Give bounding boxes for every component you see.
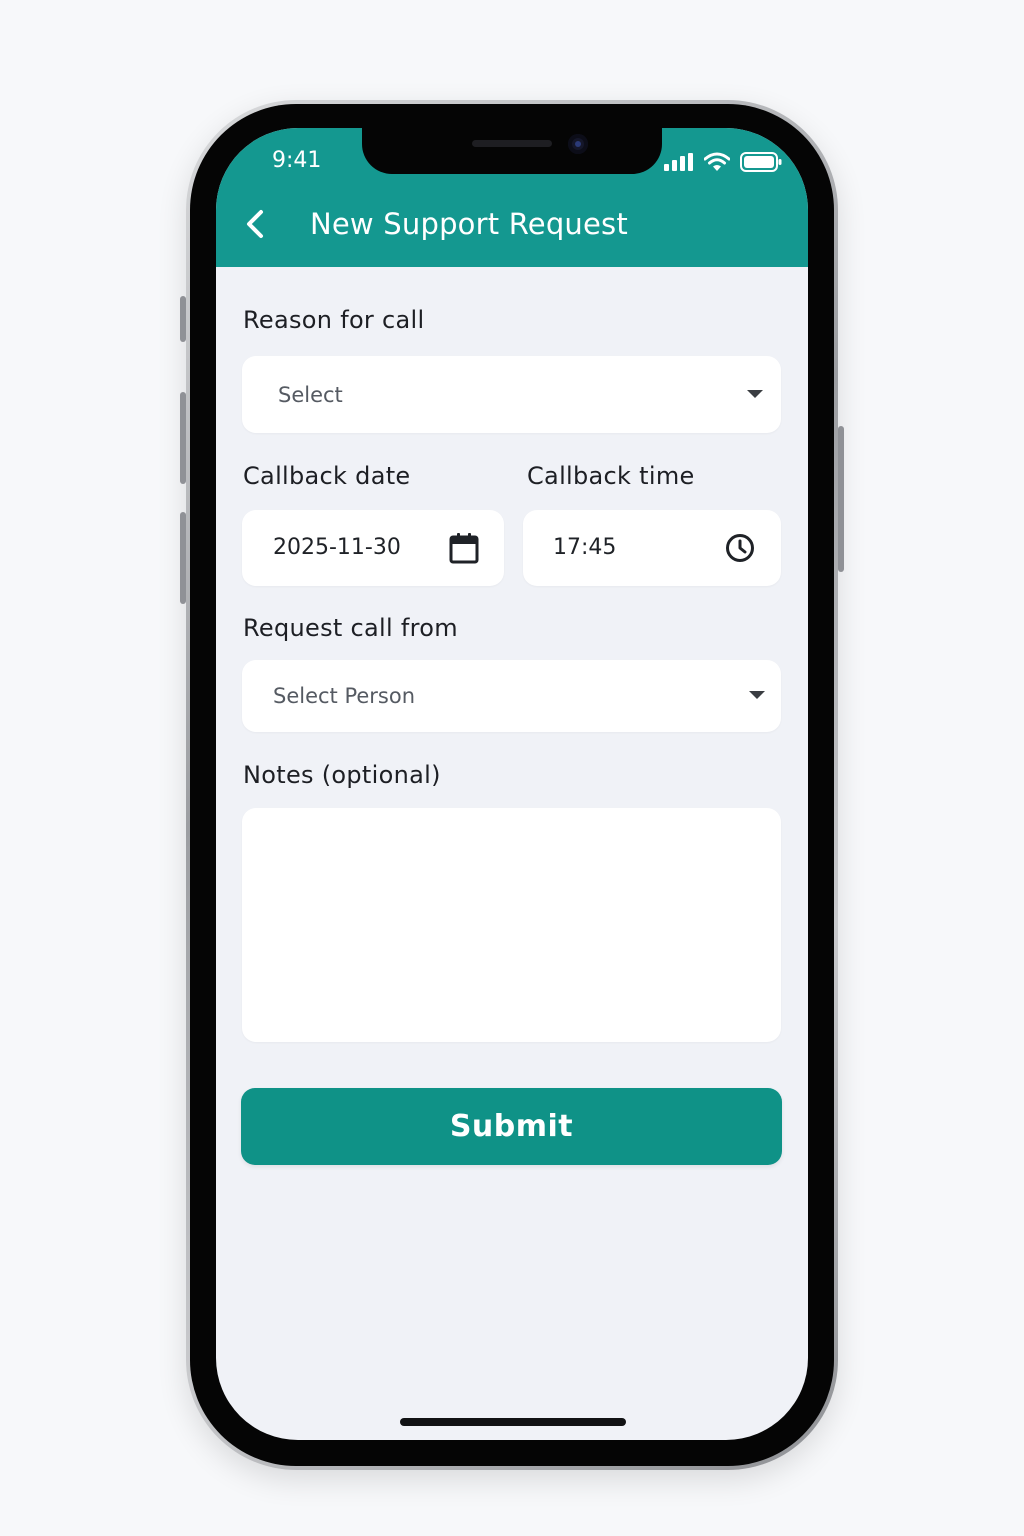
status-icons	[664, 152, 782, 172]
callback-time-field[interactable]: 17:45	[523, 510, 781, 586]
phone-notch	[362, 128, 662, 174]
request-from-select[interactable]: Select Person	[242, 660, 781, 732]
mute-switch	[180, 296, 186, 342]
battery-icon	[740, 152, 782, 172]
volume-up-button	[180, 392, 186, 484]
request-from-select-value: Select Person	[273, 684, 416, 708]
status-time: 9:41	[272, 148, 322, 173]
front-camera	[568, 134, 588, 154]
reason-label: Reason for call	[243, 306, 425, 334]
request-from-label: Request call from	[243, 614, 458, 642]
signal-icon	[664, 153, 693, 171]
speaker-grille	[472, 140, 552, 147]
notes-label: Notes (optional)	[243, 761, 441, 789]
calendar-icon[interactable]	[449, 532, 479, 564]
wifi-icon	[704, 152, 730, 171]
clock-icon[interactable]	[725, 533, 755, 563]
power-button	[838, 426, 844, 572]
home-indicator	[400, 1418, 626, 1426]
app-header: 9:41 New Support Request	[216, 128, 808, 267]
submit-button[interactable]: Submit	[241, 1088, 782, 1165]
back-button[interactable]	[240, 206, 270, 242]
volume-down-button	[180, 512, 186, 604]
reason-select-value: Select	[278, 383, 343, 407]
callback-date-label: Callback date	[243, 462, 411, 490]
chevron-left-icon	[247, 210, 263, 238]
caret-down-icon	[747, 390, 763, 398]
caret-down-icon	[749, 691, 765, 699]
reason-select[interactable]: Select	[242, 356, 781, 433]
app-screen: 9:41 New Support Request Reason for call…	[216, 128, 808, 1440]
callback-date-field[interactable]: 2025-11-30	[242, 510, 504, 586]
callback-time-label: Callback time	[527, 462, 695, 490]
notes-textarea[interactable]	[242, 808, 781, 1042]
callback-time-value: 17:45	[553, 535, 617, 560]
page-title: New Support Request	[310, 207, 628, 241]
callback-date-value: 2025-11-30	[273, 535, 401, 560]
